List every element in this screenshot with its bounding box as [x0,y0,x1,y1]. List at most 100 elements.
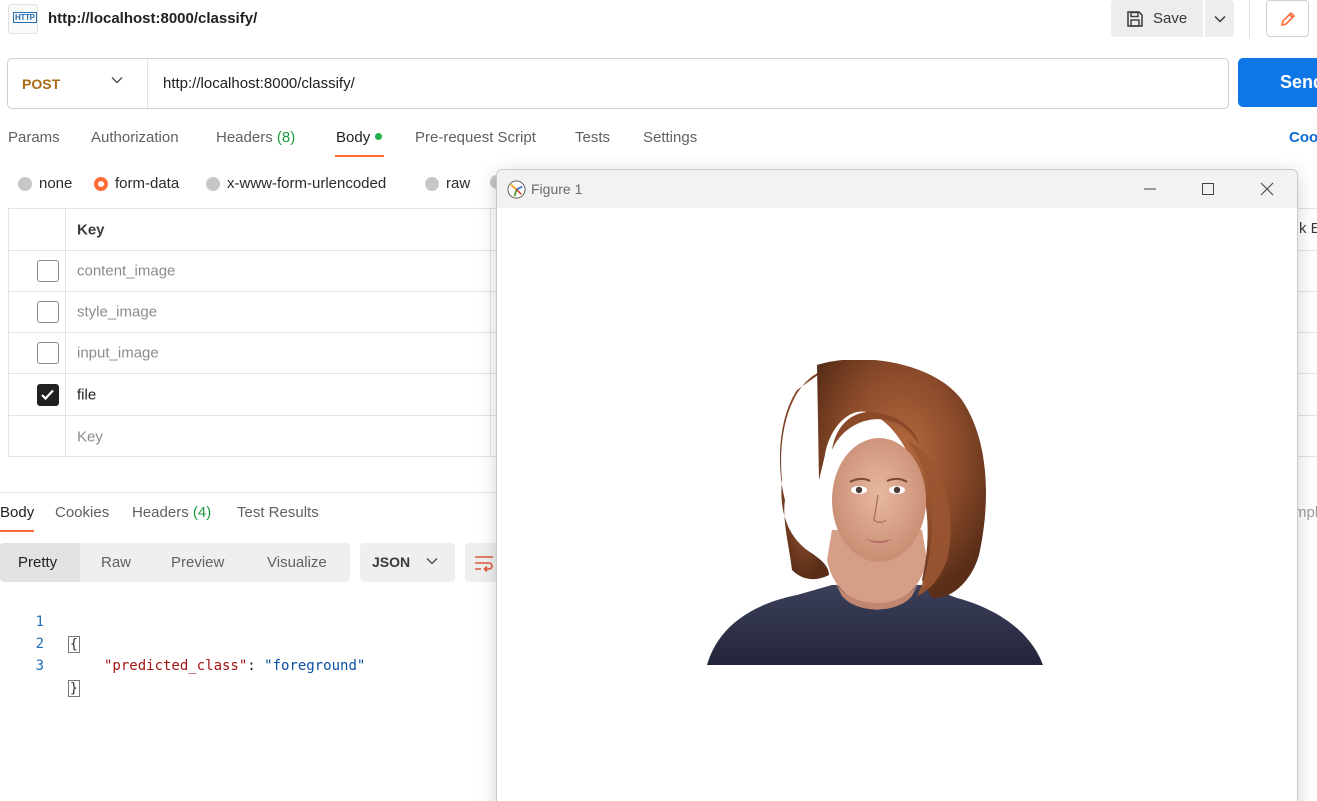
url-bar: POST http://localhost:8000/classify/ [7,58,1229,109]
row-checkbox[interactable] [37,342,59,364]
json-key: "predicted_class" [104,658,248,674]
tab-authorization[interactable]: Authorization [91,129,179,146]
divider [1249,0,1250,38]
view-raw-button[interactable]: Raw [101,543,131,582]
row-checkbox-checked[interactable] [37,383,59,406]
top-bar: HTTP http://localhost:8000/classify/ Sav… [0,0,1317,38]
code-text: } [68,677,80,700]
minimize-button[interactable] [1127,170,1173,208]
http-icon-label: HTTP [13,12,37,23]
radio-circle [18,176,32,191]
resp-headers-count: (4) [192,504,212,521]
save-options-button[interactable] [1205,0,1234,37]
tab-params[interactable]: Params [8,129,60,146]
radio-raw[interactable]: raw [425,175,470,192]
row-key[interactable]: content_image [77,263,175,280]
matplotlib-icon [507,180,526,199]
column-divider [490,374,491,415]
row-checkbox[interactable] [37,301,59,323]
tab-body[interactable]: Body [336,129,383,146]
json-value: "foreground" [264,658,366,674]
body-active-dot [375,133,383,140]
active-tab-underline [0,530,34,532]
request-tabs: Params Authorization Headers (8) Body Pr… [0,127,1317,157]
chevron-down-icon [426,557,438,565]
row-key[interactable]: file [77,386,96,403]
json-colon: : [247,658,265,674]
column-divider [490,209,491,250]
row-checkbox[interactable] [37,260,59,282]
checkbox-cell [9,374,66,415]
tab-settings[interactable]: Settings [643,129,697,146]
resp-tab-body[interactable]: Body [0,504,34,521]
checkmark-icon [41,389,54,400]
radio-label: none [39,175,73,192]
radio-urlencoded[interactable]: x-www-form-urlencoded [206,175,386,192]
checkbox-cell [9,333,66,373]
format-label: JSON [372,554,411,570]
radio-form-data[interactable]: form-data [94,175,179,192]
close-icon [1260,182,1274,196]
tab-tests[interactable]: Tests [575,129,610,146]
column-divider [490,333,491,373]
response-view-mode: Pretty Raw Preview Visualize [0,543,350,582]
figure-title: Figure 1 [531,181,583,197]
column-divider [490,416,491,457]
column-divider [490,292,491,332]
view-pretty-button[interactable]: Pretty [0,543,80,582]
figure-window: Figure 1 [496,169,1298,801]
url-input[interactable]: http://localhost:8000/classify/ [163,75,355,92]
checkbox-cell [9,416,66,457]
checkbox-column-header [9,209,66,250]
send-button[interactable]: Send [1238,58,1317,107]
code-line: 3 } [0,633,80,697]
chevron-down-icon [1213,15,1226,23]
bulk-edit-link-partial[interactable]: k E [1299,220,1317,237]
wrap-lines-icon [475,556,493,572]
request-title[interactable]: http://localhost:8000/classify/ [48,10,257,27]
maximize-icon [1202,183,1214,195]
code-text: "predicted_class": "foreground" [104,655,365,677]
checkbox-cell [9,292,66,332]
code-line: 2 "predicted_class": "foreground" [0,611,366,674]
method-label: POST [22,75,61,92]
save-button[interactable]: Save [1111,0,1203,37]
method-select[interactable]: POST [8,59,148,108]
maximize-button[interactable] [1185,170,1231,208]
view-preview-button[interactable]: Preview [171,543,224,582]
radio-circle [206,176,220,191]
pencil-icon [1280,11,1295,26]
tab-pre-request-script[interactable]: Pre-request Script [415,129,536,146]
key-column-header: Key [77,221,105,238]
radio-label: raw [446,175,471,192]
checkbox-cell [9,251,66,291]
http-request-icon: HTTP [8,4,38,34]
code-text: { [68,633,80,656]
figure-titlebar[interactable]: Figure 1 [497,170,1297,208]
format-select[interactable]: JSON [360,543,455,582]
close-brace: } [68,680,80,697]
segmented-portrait-image [707,360,1043,665]
resp-tab-cookies[interactable]: Cookies [55,504,109,521]
tab-body-label: Body [336,129,371,146]
headers-count: (8) [276,129,296,146]
row-key[interactable]: input_image [77,345,159,362]
radio-none[interactable]: none [18,175,72,192]
active-tab-underline [335,155,384,157]
row-key[interactable]: style_image [77,304,157,321]
close-button[interactable] [1244,170,1290,208]
cookies-link[interactable]: Coo [1289,129,1317,146]
radio-label: x-www-form-urlencoded [227,175,387,192]
resp-tab-headers[interactable]: Headers (4) [132,504,211,521]
column-divider [490,251,491,291]
line-number: 3 [35,658,44,674]
chevron-down-icon [111,76,123,84]
response-divider [0,492,500,493]
new-key-input[interactable]: Key [77,428,103,445]
radio-circle [425,176,439,191]
tab-headers[interactable]: Headers (8) [216,129,295,146]
minimize-icon [1144,188,1156,190]
view-visualize-button[interactable]: Visualize [267,543,327,582]
resp-tab-test-results[interactable]: Test Results [237,504,319,521]
edit-button[interactable] [1266,0,1309,37]
